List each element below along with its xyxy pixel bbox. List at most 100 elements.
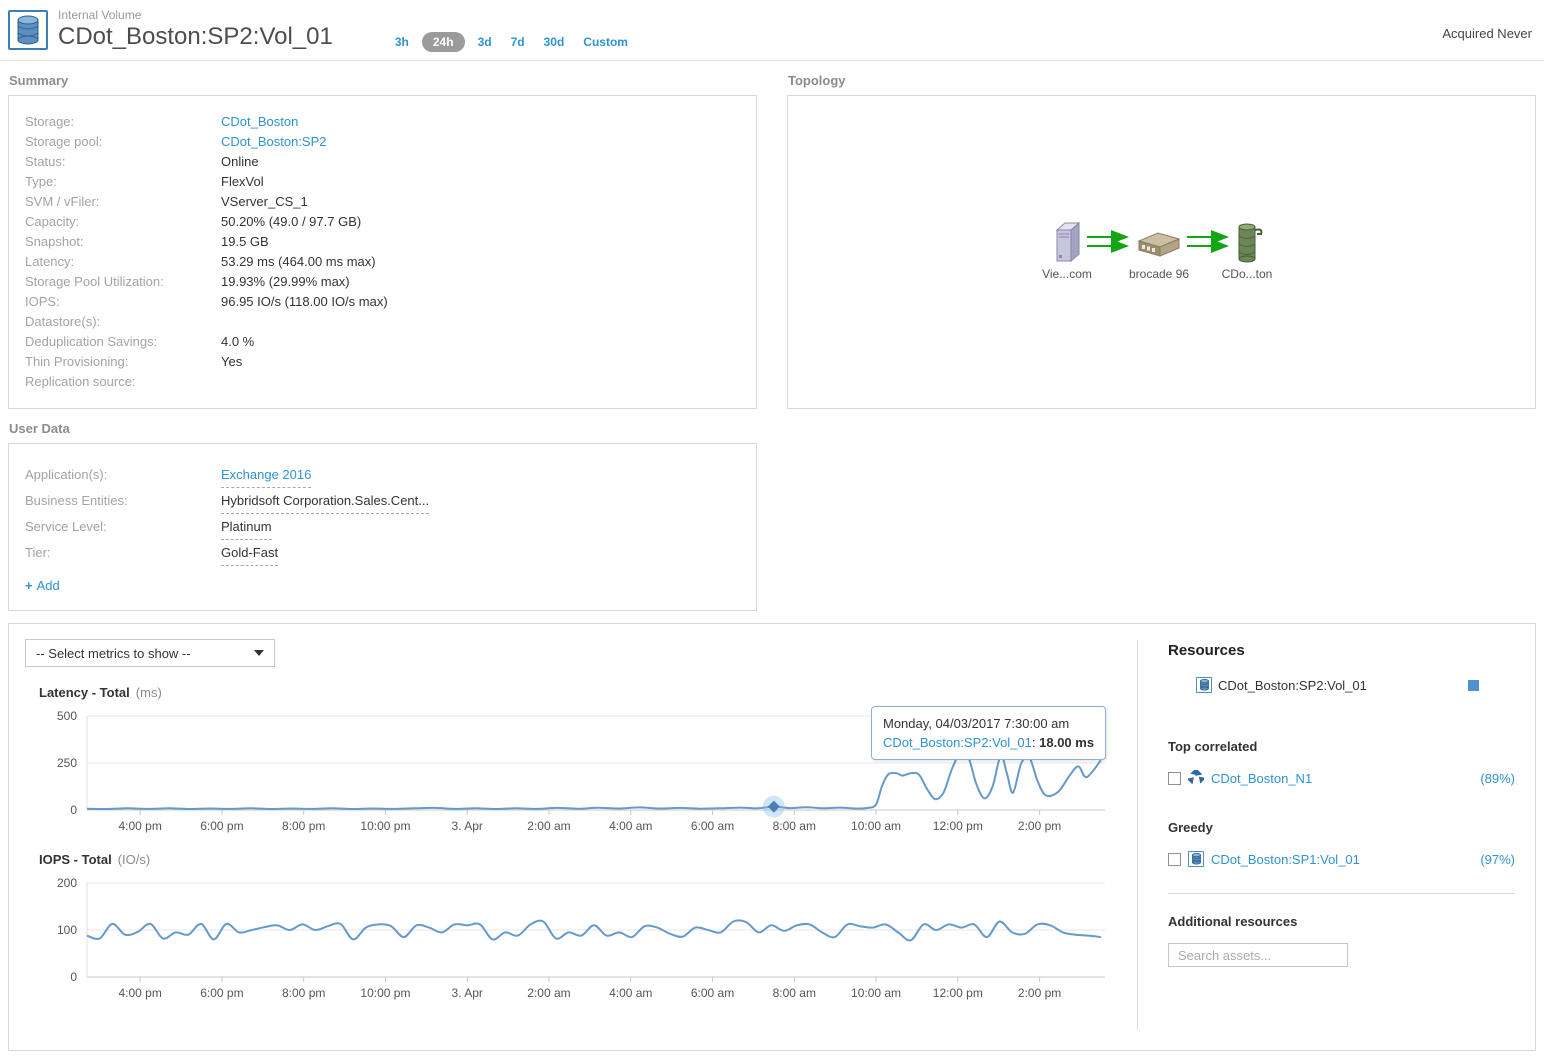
asset-type-label: Internal Volume [58, 8, 333, 22]
type-value: FlexVol [221, 172, 264, 192]
svm-value: VServer_CS_1 [221, 192, 308, 212]
volume-icon [1188, 851, 1204, 867]
svg-text:8:00 pm: 8:00 pm [282, 986, 325, 1000]
svg-text:4:00 pm: 4:00 pm [118, 819, 161, 833]
field-label: Replication source: [25, 372, 221, 392]
field-label: Latency: [25, 252, 221, 272]
plus-icon [25, 578, 37, 593]
correlated-resource-link[interactable]: CDot_Boston_N1 [1211, 771, 1312, 786]
summary-row: Snapshot:19.5 GB [25, 232, 740, 252]
chart-tooltip: Monday, 04/03/2017 7:30:00 am CDot_Bosto… [871, 706, 1106, 760]
summary-row: IOPS:96.95 IO/s (118.00 IO/s max) [25, 292, 740, 312]
top-correlated-heading: Top correlated [1168, 739, 1515, 754]
application-link[interactable]: Exchange 2016 [221, 462, 311, 488]
greedy-heading: Greedy [1168, 820, 1515, 835]
status-value: Online [221, 152, 259, 172]
svg-text:500: 500 [57, 709, 77, 723]
snapshot-value: 19.5 GB [221, 232, 269, 252]
series-color-swatch [1468, 680, 1479, 691]
iops-chart-title: IOPS - Total(IO/s) [39, 852, 1137, 867]
time-range-3d[interactable]: 3d [472, 32, 498, 52]
metrics-panel: -- Select metrics to show -- Latency - T… [8, 623, 1536, 1051]
time-range-7d[interactable]: 7d [505, 32, 531, 52]
add-user-data-button[interactable]: Add [25, 578, 60, 593]
main-resource-item: CDot_Boston:SP2:Vol_01 [1168, 677, 1515, 693]
svg-text:0: 0 [70, 803, 77, 817]
svg-text:4:00 am: 4:00 am [609, 986, 652, 1000]
user-data-row: Service Level:Platinum [25, 514, 740, 540]
field-label: Datastore(s): [25, 312, 221, 332]
svg-text:2:00 pm: 2:00 pm [1018, 819, 1061, 833]
user-data-section: User Data Application(s):Exchange 2016 B… [8, 421, 1536, 611]
search-assets-input[interactable] [1168, 943, 1348, 967]
main-resource-name: CDot_Boston:SP2:Vol_01 [1218, 678, 1367, 693]
svg-text:4:00 pm: 4:00 pm [118, 986, 161, 1000]
svg-text:8:00 pm: 8:00 pm [282, 819, 325, 833]
topology-host-icon[interactable] [1057, 223, 1079, 261]
time-range-selector: 3h 24h 3d 7d 30d Custom [389, 32, 634, 52]
iops-value: 96.95 IO/s (118.00 IO/s max) [221, 292, 388, 312]
tooltip-value-line: CDot_Boston:SP2:Vol_01: 18.00 ms [883, 733, 1094, 752]
summary-row: Deduplication Savings:4.0 % [25, 332, 740, 352]
time-range-3h[interactable]: 3h [389, 32, 415, 52]
storage-link[interactable]: CDot_Boston [221, 112, 298, 132]
summary-row: Latency:53.29 ms (464.00 ms max) [25, 252, 740, 272]
time-range-30d[interactable]: 30d [538, 32, 571, 52]
topology-panel: Vie...com brocade 96 CDo...ton [787, 95, 1536, 409]
svg-text:10:00 am: 10:00 am [851, 819, 901, 833]
capacity-value: 50.20% (49.0 / 97.7 GB) [221, 212, 361, 232]
field-label: Application(s): [25, 462, 221, 488]
topology-section: Topology [787, 69, 1536, 409]
service-level-value[interactable]: Platinum [221, 514, 272, 540]
svg-text:2:00 pm: 2:00 pm [1018, 986, 1061, 1000]
time-range-24h-selected[interactable]: 24h [422, 32, 465, 52]
field-label: Capacity: [25, 212, 221, 232]
node-icon [1188, 770, 1204, 786]
svg-text:12:00 pm: 12:00 pm [933, 819, 983, 833]
topology-host-label: Vie...com [1042, 267, 1092, 281]
summary-row: Replication source: [25, 372, 740, 392]
summary-section: Summary Storage:CDot_Boston Storage pool… [8, 69, 757, 409]
storage-pool-link[interactable]: CDot_Boston:SP2 [221, 132, 327, 152]
topology-switch-icon[interactable] [1139, 233, 1179, 256]
field-label: IOPS: [25, 292, 221, 312]
additional-resources-heading: Additional resources [1168, 914, 1515, 929]
topology-storage-icon[interactable] [1239, 224, 1261, 262]
iops-chart-wrap: 01002004:00 pm6:00 pm8:00 pm10:00 pm3. A… [25, 871, 1137, 1007]
tooltip-timestamp: Monday, 04/03/2017 7:30:00 am [883, 714, 1094, 733]
svg-text:12:00 pm: 12:00 pm [933, 986, 983, 1000]
latency-chart-title: Latency - Total(ms) [39, 685, 1137, 700]
svg-text:4:00 am: 4:00 am [609, 819, 652, 833]
topology-switch-label: brocade 96 [1128, 267, 1188, 281]
summary-row: Type:FlexVol [25, 172, 740, 192]
svg-text:0: 0 [70, 970, 77, 984]
resource-checkbox[interactable] [1168, 853, 1181, 866]
business-entities-value[interactable]: Hybridsoft Corporation.Sales.Cent... [221, 488, 429, 514]
charts-column: -- Select metrics to show -- Latency - T… [9, 624, 1137, 1050]
internal-volume-icon [8, 10, 48, 50]
field-label: Storage pool: [25, 132, 221, 152]
resource-checkbox[interactable] [1168, 772, 1181, 785]
correlation-percent: (89%) [1480, 771, 1515, 786]
field-label: Storage: [25, 112, 221, 132]
tier-value[interactable]: Gold-Fast [221, 540, 278, 566]
svg-text:3. Apr: 3. Apr [452, 986, 483, 1000]
summary-row: Storage pool:CDot_Boston:SP2 [25, 132, 740, 152]
volume-cylinder-icon [15, 15, 41, 45]
user-data-row: Application(s):Exchange 2016 [25, 462, 740, 488]
summary-row: Datastore(s): [25, 312, 740, 332]
page: Internal Volume CDot_Boston:SP2:Vol_01 3… [0, 0, 1544, 1063]
resources-panel: Resources CDot_Boston:SP2:Vol_01 Top cor… [1137, 640, 1535, 1030]
summary-row: SVM / vFiler:VServer_CS_1 [25, 192, 740, 212]
field-label: Snapshot: [25, 232, 221, 252]
select-metrics-label: -- Select metrics to show -- [36, 646, 191, 661]
select-metrics-dropdown[interactable]: -- Select metrics to show -- [25, 639, 275, 667]
greedy-resource-link[interactable]: CDot_Boston:SP1:Vol_01 [1211, 852, 1360, 867]
main-content: Summary Storage:CDot_Boston Storage pool… [0, 61, 1544, 1059]
latency-chart-wrap: 02505004:00 pm6:00 pm8:00 pm10:00 pm3. A… [25, 704, 1137, 840]
acquired-status: Acquired Never [1442, 26, 1532, 41]
time-range-custom[interactable]: Custom [577, 32, 634, 52]
field-label: Type: [25, 172, 221, 192]
svg-text:200: 200 [57, 876, 77, 890]
iops-chart[interactable]: 01002004:00 pm6:00 pm8:00 pm10:00 pm3. A… [25, 871, 1137, 1007]
